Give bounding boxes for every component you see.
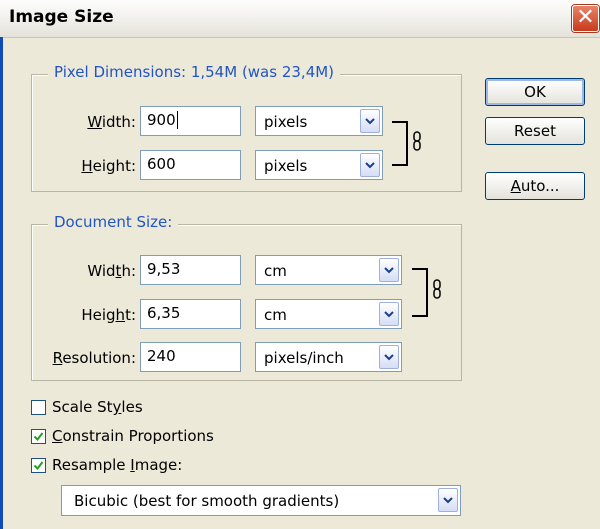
resample-method-select[interactable]: Bicubic (best for smooth gradients) bbox=[61, 485, 461, 516]
doc-width-unit-value: cm bbox=[264, 262, 287, 280]
resample-image-checkbox[interactable] bbox=[31, 458, 46, 473]
dropdown-arrow-icon[interactable] bbox=[438, 488, 458, 512]
checkmark-icon bbox=[33, 461, 44, 471]
doc-height-unit-value: cm bbox=[264, 306, 287, 324]
dropdown-arrow-icon[interactable] bbox=[379, 345, 399, 369]
scale-styles-label[interactable]: Scale Styles bbox=[52, 398, 143, 416]
constrain-proportions-label[interactable]: Constrain Proportions bbox=[52, 427, 214, 445]
document-size-legend: Document Size: bbox=[48, 213, 179, 231]
pixel-width-unit-select[interactable]: pixels bbox=[255, 106, 383, 136]
doc-height-input[interactable]: 6,35 bbox=[140, 299, 241, 329]
pixel-height-unit-select[interactable]: pixels bbox=[255, 150, 383, 180]
window-border bbox=[0, 37, 3, 529]
chain-link-icon bbox=[413, 131, 421, 151]
pixel-dimensions-legend: Pixel Dimensions: 1,54M (was 23,4M) bbox=[48, 63, 341, 81]
title-bar: Image Size ✕ bbox=[0, 0, 600, 38]
dropdown-arrow-icon[interactable] bbox=[379, 302, 399, 326]
reset-button[interactable]: Reset bbox=[485, 117, 585, 145]
close-button[interactable]: ✕ bbox=[572, 5, 599, 32]
close-icon: ✕ bbox=[576, 5, 595, 30]
pixel-link-bracket bbox=[392, 121, 408, 166]
pixel-width-label: Width: bbox=[87, 113, 136, 131]
dialog-title: Image Size bbox=[9, 7, 114, 27]
doc-width-label: Width: bbox=[87, 262, 136, 280]
doc-link-bracket bbox=[412, 268, 428, 317]
resolution-unit-value: pixels/inch bbox=[264, 349, 344, 367]
chain-link-icon bbox=[433, 279, 441, 299]
doc-width-input[interactable]: 9,53 bbox=[140, 255, 241, 285]
pixel-height-label: Height: bbox=[81, 157, 136, 175]
doc-width-unit-select[interactable]: cm bbox=[255, 255, 402, 285]
dropdown-arrow-icon[interactable] bbox=[360, 109, 380, 133]
auto-button[interactable]: Auto... bbox=[485, 172, 585, 200]
resolution-label: Resolution: bbox=[52, 349, 136, 367]
checkmark-icon bbox=[33, 432, 44, 442]
pixel-width-input[interactable]: 900 bbox=[140, 106, 241, 136]
resample-method-value: Bicubic (best for smooth gradients) bbox=[74, 492, 340, 510]
dropdown-arrow-icon[interactable] bbox=[379, 258, 399, 282]
doc-height-unit-select[interactable]: cm bbox=[255, 299, 402, 329]
dropdown-arrow-icon[interactable] bbox=[360, 153, 380, 177]
scale-styles-checkbox[interactable] bbox=[31, 400, 46, 415]
resample-image-label[interactable]: Resample Image: bbox=[52, 456, 182, 474]
pixel-width-unit-value: pixels bbox=[264, 113, 308, 131]
resolution-unit-select[interactable]: pixels/inch bbox=[255, 342, 402, 372]
pixel-height-input[interactable]: 600 bbox=[140, 150, 241, 180]
doc-height-label: Height: bbox=[81, 306, 136, 324]
ok-button[interactable]: OK bbox=[485, 78, 585, 106]
pixel-height-unit-value: pixels bbox=[264, 157, 308, 175]
resolution-input[interactable]: 240 bbox=[140, 342, 241, 372]
constrain-proportions-checkbox[interactable] bbox=[31, 429, 46, 444]
